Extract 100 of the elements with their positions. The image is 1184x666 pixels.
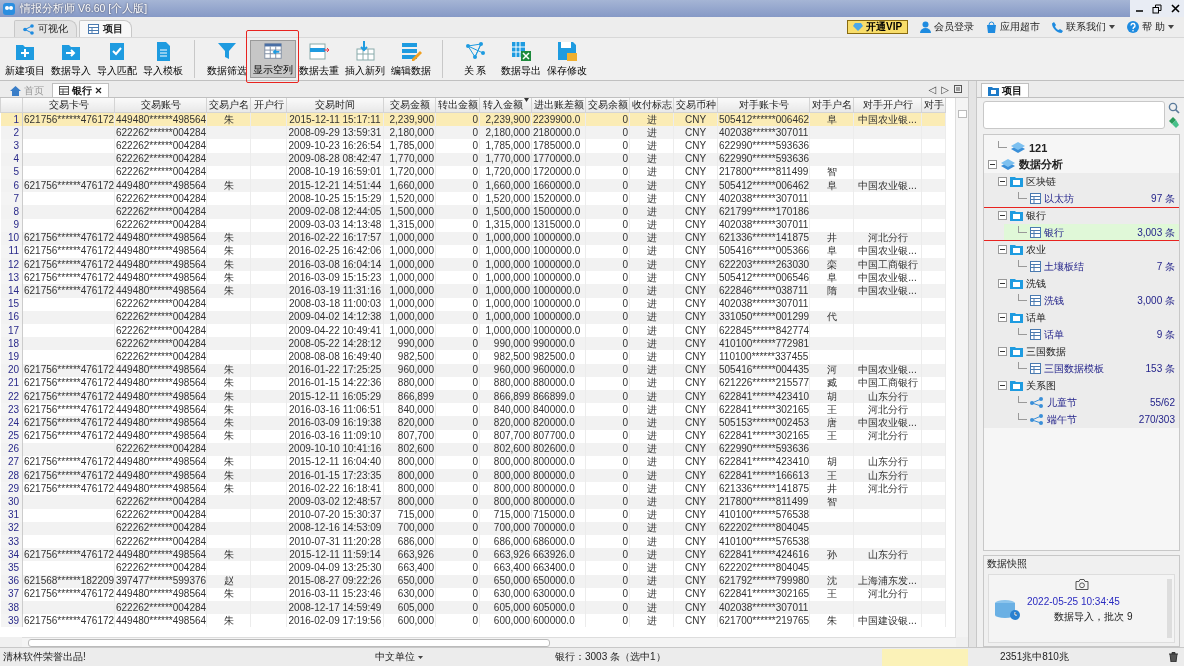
tree-item[interactable]: 三国数据模板 153 条 [1004, 360, 1179, 377]
table-row[interactable]: 39 621756******476172 449480******498564 朱 2016-02-09 17:19:56 600,000 0 600,000 600000.0 0 进 CNY 621700******219765 朱 中国建设银... [0, 614, 946, 628]
toolbar-button[interactable]: 数据导入 [48, 40, 94, 78]
column-header[interactable]: 进出账差额 [531, 98, 586, 113]
collapse-icon[interactable] [998, 177, 1007, 186]
table-row[interactable]: 26 622262******004284 2009-10-10 10:41:16 802,600 0 802,600 802600.0 0 进 CNY 622990******593636 [0, 442, 946, 456]
app-tab[interactable]: 项目 [79, 20, 132, 37]
column-header[interactable]: 收付标志 [629, 98, 674, 113]
column-header[interactable]: 对手开户行 [853, 98, 922, 113]
column-header[interactable]: 转入金额 [479, 98, 532, 113]
tree-item[interactable]: 话单 9 条 [1004, 326, 1179, 343]
column-header[interactable]: 交易户名 [206, 98, 251, 113]
toolbar-button[interactable]: 编辑数据 [388, 40, 434, 78]
tree-item[interactable]: 农业 [994, 241, 1179, 258]
column-header[interactable]: 交易金额 [383, 98, 436, 113]
table-row[interactable]: 6 621756******476172 449480******498564 朱 2015-12-21 14:51:44 1,660,000 0 1,660,000 1660000.0 0 进 CNY 505412******006462 阜 中国农业银... [0, 178, 946, 193]
column-header[interactable]: 交易卡号 [22, 98, 115, 113]
collapse-icon[interactable] [998, 381, 1007, 390]
toolbar-button[interactable]: 数据去重 [296, 40, 342, 78]
tree-item[interactable]: 以太坊 97 条 [1004, 190, 1179, 207]
app-tab[interactable]: 可视化 [14, 20, 77, 37]
column-header[interactable]: 交易币种 [673, 98, 718, 113]
toolbar-button[interactable]: 导入匹配 [94, 40, 140, 78]
tree-item[interactable]: 洗钱 3,000 条 [1004, 292, 1179, 309]
collapse-icon[interactable] [998, 245, 1007, 254]
table-row[interactable]: 9 622262******004284 2009-03-03 14:13:48 1,315,000 0 1,315,000 1315000.0 0 进 CNY 402038******307011 [0, 218, 946, 232]
table-row[interactable]: 20 621756******476172 449480******498564 朱 2016-01-22 17:25:25 960,000 0 960,000 960000.0 0 进 CNY 505416******004435 河 中国农业银... [0, 363, 946, 377]
collapse-icon[interactable] [998, 347, 1007, 356]
table-row[interactable]: 38 622262******004284 2008-12-17 14:59:49 605,000 0 605,000 605000.0 0 进 CNY 402038******307011 [0, 600, 946, 615]
column-header[interactable]: 交易时间 [286, 98, 384, 113]
table-row[interactable]: 4 622262******004284 2009-08-28 08:42:47 1,770,000 0 1,770,000 1770000.0 0 进 CNY 622990******593636 [0, 152, 946, 166]
tree-item[interactable]: 银行 [994, 207, 1179, 224]
table-row[interactable]: 18 622262******004284 2008-05-22 14:28:12 990,000 0 990,000 990000.0 0 进 CNY 410100******772981 [0, 337, 946, 351]
tree-item[interactable]: 数据分析 [984, 156, 1179, 173]
tab-scroll-button[interactable]: ▷ [941, 83, 949, 95]
table-row[interactable]: 10 621756******476172 449480******498564 朱 2016-02-22 16:17:57 1,000,000 0 1,000,000 1000000.0 0 进 CNY 621336******141875 井 河北分行 [0, 231, 946, 245]
column-header[interactable]: 转出金额 [435, 98, 480, 113]
tree-item[interactable]: 儿童节 55/62 [1004, 394, 1179, 411]
vip-button[interactable]: 开通VIP [847, 20, 909, 34]
collapse-icon[interactable] [988, 160, 997, 169]
broom-icon[interactable] [1168, 116, 1180, 128]
toolbar-button[interactable]: 数据导出 [498, 40, 544, 78]
tree-item[interactable]: 121 [984, 139, 1179, 156]
table-row[interactable]: 28 621756******476172 449480******498564 朱 2016-01-15 17:23:35 800,000 0 800,000 800000.0 0 进 CNY 622841******166613 王 山东分行 [0, 469, 946, 483]
table-row[interactable]: 30 622262******004284 2009-03-02 12:48:57 800,000 0 800,000 800000.0 0 进 CNY 217800******811499 智 [0, 495, 946, 509]
table-row[interactable]: 35 622262******004284 2009-04-09 13:25:30 663,400 0 663,400 663400.0 0 进 CNY 622202******804045 [0, 561, 946, 575]
snapshot-time[interactable]: 2022-05-25 10:34:45 [1027, 596, 1160, 607]
column-header[interactable]: 对手账卡号 [717, 98, 810, 113]
tree-item[interactable]: 土壤板结 7 条 [1004, 258, 1179, 275]
toolbar-button[interactable]: 新建项目 [2, 40, 48, 78]
toolbar-button[interactable]: 显示空列 [250, 40, 296, 78]
table-row[interactable]: 32 622262******004284 2008-12-16 14:53:09 700,000 0 700,000 700000.0 0 进 CNY 622202******804045 [0, 521, 946, 535]
table-row[interactable]: 14 621756******476172 449480******498564 朱 2016-03-19 11:31:16 1,000,000 0 1,000,000 1000000.0 0 进 CNY 622846******038711 隋 中国农业银... [0, 284, 946, 298]
column-header[interactable]: 交易账号 [114, 98, 207, 113]
toolbar-link[interactable]: 帮 助 [1127, 20, 1174, 34]
collapse-icon[interactable] [998, 279, 1007, 288]
column-header[interactable]: 开户行 [250, 98, 287, 113]
toolbar-button[interactable]: 关 系 [442, 40, 498, 78]
toolbar-link[interactable]: 联系我们 [1052, 20, 1116, 34]
horizontal-scrollbar[interactable] [22, 637, 956, 647]
toolbar-button[interactable]: 导入模板 [140, 40, 186, 78]
camera-icon[interactable] [1074, 579, 1089, 590]
trash-icon[interactable] [1169, 652, 1178, 662]
tree-item[interactable]: 区块链 [994, 173, 1179, 190]
tab-list-icon[interactable] [954, 85, 962, 93]
table-row[interactable]: 21 621756******476172 449480******498564 朱 2016-01-15 14:22:36 880,000 0 880,000 880000.0 0 进 CNY 621226******215577 臧 中国工商银行 [0, 376, 946, 390]
unit-dropdown[interactable]: 中文单位 [375, 650, 555, 664]
table-row[interactable]: 1 621756******476172 449480******498564 朱 2015-12-11 15:17:11 2,239,900 0 2,239,900 2239900.0 0 进 CNY 505412******006462 阜 中国农业银... [0, 112, 946, 127]
document-tab[interactable]: 银行 [52, 83, 109, 97]
tree-item[interactable]: 话单 [994, 309, 1179, 326]
table-row[interactable]: 15 622262******004284 2008-03-18 11:00:03 1,000,000 0 1,000,000 1000000.0 0 进 CNY 402038******307011 [0, 297, 946, 311]
vertical-scrollbar[interactable] [955, 98, 968, 637]
toolbar-button[interactable]: 保存修改 [544, 40, 590, 78]
tree-item[interactable]: 洗钱 [994, 275, 1179, 292]
table-row[interactable]: 5 622262******004284 2008-10-19 16:59:01 1,720,000 0 1,720,000 1720000.0 0 进 CNY 217800******811499 智 [0, 165, 946, 179]
table-row[interactable]: 24 621756******476172 449480******498564 朱 2016-03-09 16:19:38 820,000 0 820,000 820000.0 0 进 CNY 505153******002453 唐 中国农业银... [0, 416, 946, 430]
table-row[interactable]: 31 622262******004284 2010-07-20 15:30:37 715,000 0 715,000 715000.0 0 进 CNY 410100******576538 [0, 508, 946, 522]
toolbar-link[interactable]: 应用超市 [986, 20, 1041, 34]
table-row[interactable]: 19 622262******004284 2008-08-08 16:49:40 982,500 0 982,500 982500.0 0 进 CNY 110100******337455 [0, 350, 946, 364]
table-row[interactable]: 16 622262******004284 2009-04-02 14:12:38 1,000,000 0 1,000,000 1000000.0 0 进 CNY 331050******001299 代 [0, 310, 946, 324]
table-row[interactable]: 8 622262******004284 2009-02-08 12:44:05 1,500,000 0 1,500,000 1500000.0 0 进 CNY 621799******170186 [0, 205, 946, 219]
tab-scroll-button[interactable]: ◁ [928, 83, 937, 95]
table-row[interactable]: 25 621756******476172 449480******498564 朱 2016-03-16 11:09:10 807,700 0 807,700 807700.0 0 进 CNY 622841******302165 王 河北分行 [0, 429, 946, 443]
table-row[interactable]: 12 621756******476172 449480******498564 朱 2016-03-08 16:04:14 1,000,000 0 1,000,000 1000000.0 0 进 CNY 622203******263030 栾 中国工商银行 [0, 258, 946, 272]
tree-item[interactable]: 端午节 270/303 [1004, 411, 1179, 428]
toolbar-link[interactable]: 会员登录 [920, 20, 975, 34]
column-header[interactable]: 对手 [921, 98, 946, 113]
collapse-icon[interactable] [998, 211, 1007, 220]
table-row[interactable]: 3 622262******004284 2009-10-23 16:26:54 1,785,000 0 1,785,000 1785000.0 0 进 CNY 622990******593636 [0, 139, 946, 153]
table-row[interactable]: 37 621756******476172 449480******498564 朱 2016-03-11 15:23:46 630,000 0 630,000 630000.0 0 进 CNY 622841******302165 王 河北分行 [0, 587, 946, 601]
column-header[interactable]: 对手户名 [809, 98, 854, 113]
tree-item[interactable]: 三国数据 [994, 343, 1179, 360]
table-row[interactable]: 2 622262******004284 2008-09-29 13:59:31 2,180,000 0 2,180,000 2180000.0 0 进 CNY 402038******307011 [0, 126, 946, 140]
close-icon[interactable] [95, 87, 102, 94]
search-icon[interactable] [1168, 102, 1180, 114]
table-row[interactable]: 22 621756******476172 449480******498564 朱 2015-12-11 16:05:29 866,899 0 866,899 866899.0 0 进 CNY 622841******423410 胡 山东分行 [0, 389, 946, 404]
column-header[interactable]: 交易余额 [585, 98, 630, 113]
search-field[interactable] [983, 101, 1165, 129]
collapse-icon[interactable] [998, 313, 1007, 322]
toolbar-button[interactable]: 插入新列 [342, 40, 388, 78]
